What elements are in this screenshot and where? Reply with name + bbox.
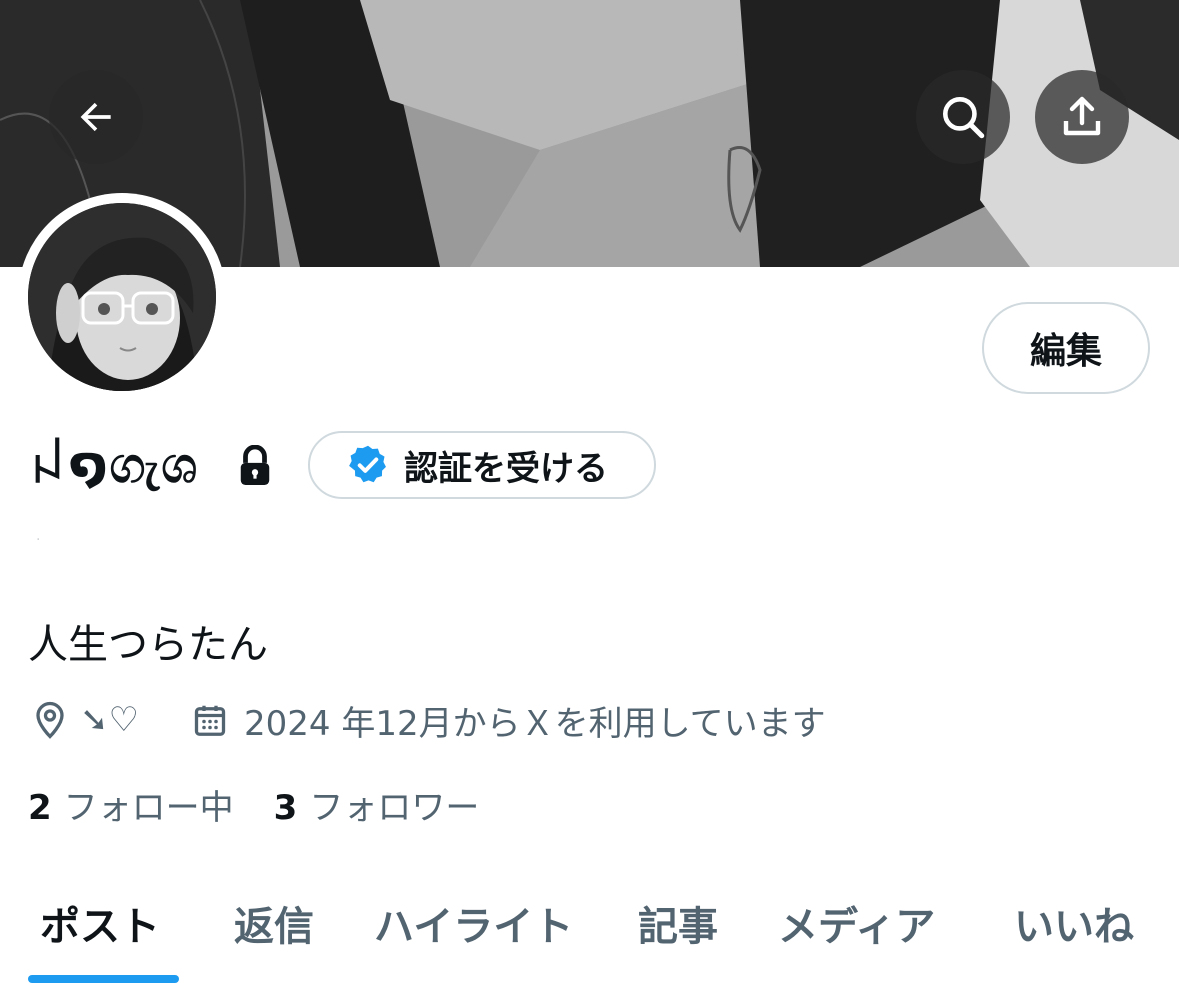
display-name: ꈤ໑ගැශ — [28, 436, 200, 494]
get-verified-button[interactable]: 認証を受ける — [308, 431, 656, 499]
tab-media[interactable]: メディア — [778, 894, 935, 952]
following-count: 2 — [28, 788, 52, 828]
bio: 人生つらたん — [28, 622, 268, 668]
lock-icon — [240, 445, 270, 485]
location: ➘♡ — [32, 698, 139, 742]
tab-likes[interactable]: いいね — [1014, 894, 1134, 952]
follow-stats: 2 フォロー中 3 フォロワー — [28, 780, 479, 829]
active-tab-indicator — [28, 975, 179, 983]
tab-replies[interactable]: 返信 — [234, 894, 314, 952]
following-link[interactable]: 2 フォロー中 — [28, 780, 234, 829]
get-verified-label: 認証を受ける — [404, 448, 608, 489]
tab-articles[interactable]: 記事 — [638, 894, 718, 952]
share-button[interactable] — [1035, 70, 1129, 164]
calendar-icon — [194, 705, 226, 736]
followers-label: フォロワー — [309, 788, 480, 828]
join-date-text: 2024 年12月からＸを利用しています — [244, 703, 826, 744]
followers-count: 3 — [273, 788, 298, 828]
following-label: フォロー中 — [63, 788, 234, 828]
tab-highlights[interactable]: ハイライト — [374, 894, 573, 952]
avatar[interactable] — [28, 203, 216, 391]
avatar-image — [28, 203, 216, 391]
handle: · — [36, 532, 41, 548]
search-button[interactable] — [916, 70, 1010, 164]
location-pin-icon — [36, 701, 64, 739]
tab-posts[interactable]: ポスト — [40, 894, 160, 952]
share-upload-icon — [1063, 96, 1101, 136]
arrow-left-icon — [80, 102, 111, 132]
verified-badge-icon — [349, 445, 386, 483]
search-icon — [943, 97, 985, 139]
profile-tabs: ポスト 返信 ハイライト 記事 メディア いいね — [0, 880, 1179, 984]
back-button[interactable] — [49, 70, 143, 164]
edit-profile-label: 編集 — [1029, 331, 1102, 372]
edit-profile-button[interactable]: 編集 — [982, 302, 1150, 394]
followers-link[interactable]: 3 フォロワー — [274, 780, 480, 829]
join-date: 2024 年12月からＸを利用しています — [192, 698, 826, 744]
location-text: ➘♡ — [80, 700, 139, 740]
